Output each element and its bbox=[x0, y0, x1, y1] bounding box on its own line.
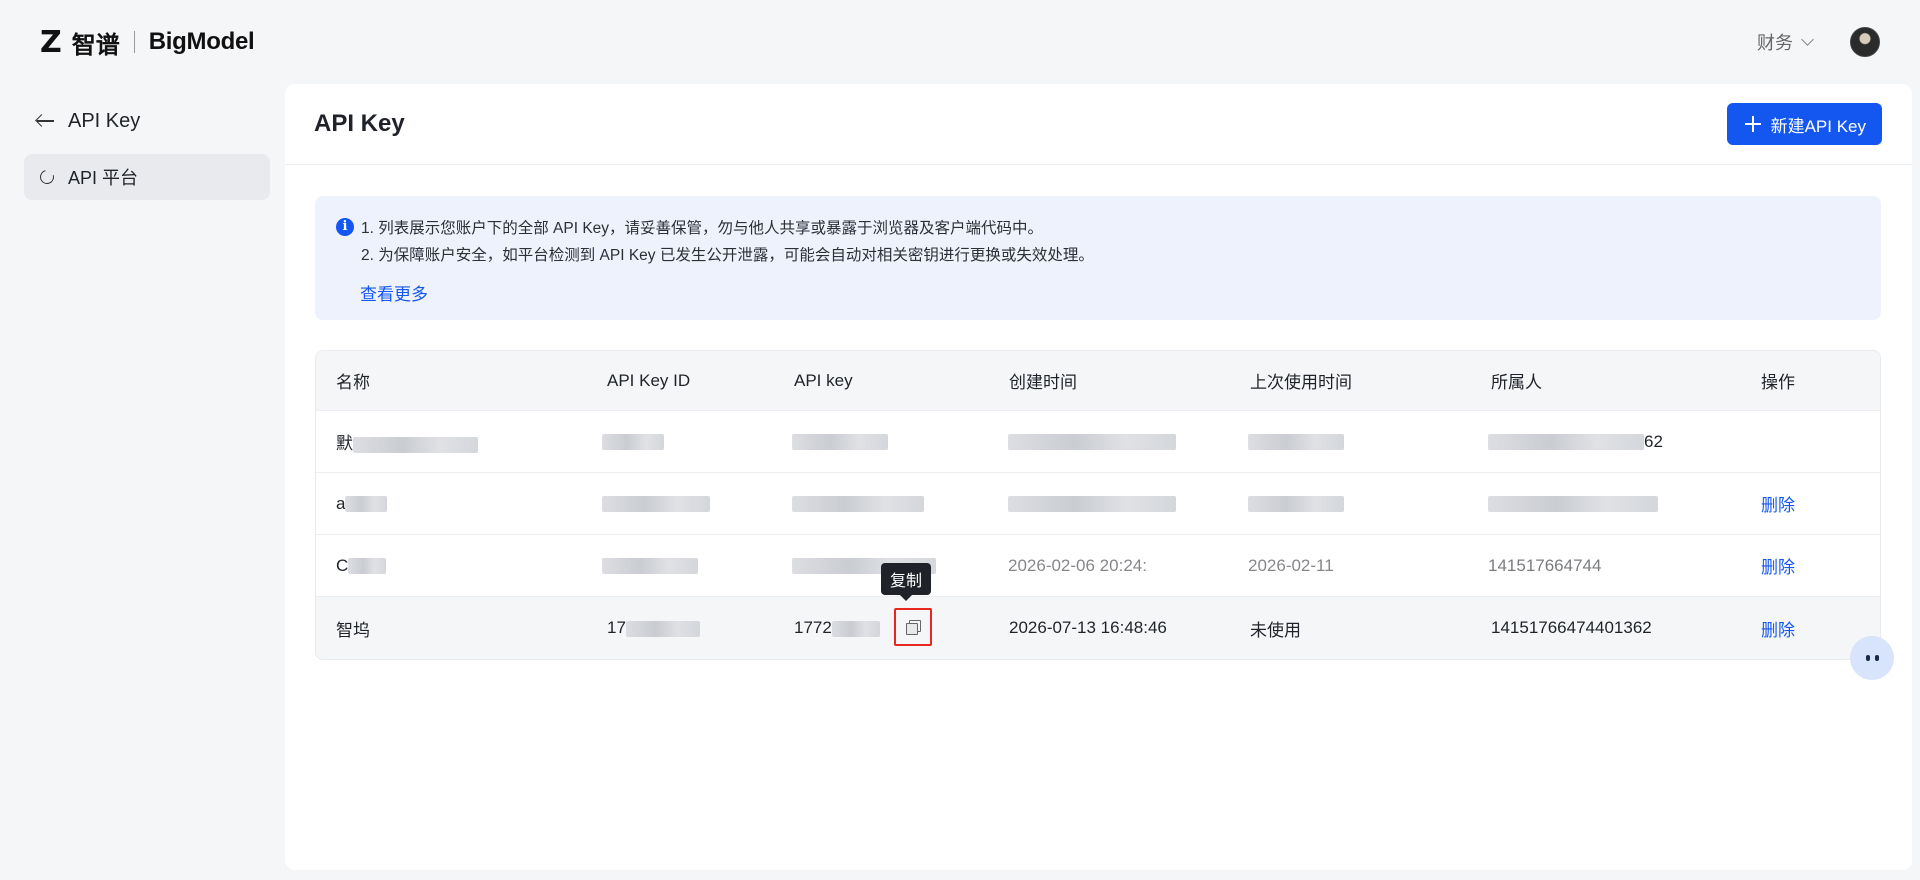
api-key-table: 名称 API Key ID API key 创建时间 上次使用时间 所属人 操作… bbox=[315, 350, 1881, 660]
row-api-key: 1772 bbox=[794, 618, 880, 638]
table-row: a 删除 bbox=[316, 473, 1880, 535]
row-owner bbox=[1488, 494, 1658, 514]
column-header-name: 名称 bbox=[336, 373, 370, 392]
row-name: 默 bbox=[336, 429, 478, 454]
row-key-id bbox=[602, 432, 664, 452]
row-name: C bbox=[336, 556, 387, 576]
redacted-value bbox=[792, 434, 888, 451]
row-created bbox=[1008, 432, 1176, 452]
row-owner: 62 bbox=[1488, 432, 1663, 452]
brand-name-cn: 智谱 bbox=[71, 31, 120, 59]
column-header-key-id: API Key ID bbox=[607, 370, 691, 390]
row-name: 智坞 bbox=[336, 620, 370, 640]
row-owner: 141517664744 bbox=[1488, 555, 1602, 575]
delete-link[interactable]: 删除 bbox=[1761, 616, 1795, 641]
column-header-actions: 操作 bbox=[1761, 373, 1795, 392]
zhipu-logo-icon: Z bbox=[40, 24, 62, 60]
column-header-created: 创建时间 bbox=[1009, 373, 1077, 392]
redacted-value bbox=[602, 558, 698, 575]
bot-eye-icon bbox=[1865, 655, 1870, 661]
delete-link[interactable]: 删除 bbox=[1761, 491, 1795, 516]
redacted-value bbox=[348, 558, 387, 575]
info-notice: i 1. 列表展示您账户下的全部 API Key，请妥善保管，勿与他人共享或暴露… bbox=[315, 196, 1881, 320]
arrow-left-icon bbox=[36, 114, 54, 128]
refresh-icon bbox=[37, 167, 57, 187]
redacted-value bbox=[625, 620, 700, 637]
column-header-api-key: API key bbox=[794, 370, 853, 390]
sidebar-item-api-platform[interactable]: API 平台 bbox=[24, 154, 270, 200]
redacted-value bbox=[1248, 434, 1344, 451]
row-key-id bbox=[602, 494, 710, 514]
plus-icon bbox=[1744, 116, 1761, 132]
redacted-value bbox=[831, 620, 880, 637]
row-name: a bbox=[336, 494, 388, 514]
redacted-value bbox=[1008, 496, 1176, 513]
logo-divider bbox=[133, 31, 135, 53]
redacted-value bbox=[1488, 434, 1644, 451]
redacted-value bbox=[602, 496, 710, 513]
brand-logo[interactable]: Z 智谱 BigModel bbox=[40, 24, 255, 60]
column-header-last-used: 上次使用时间 bbox=[1250, 373, 1352, 392]
assistant-bot-button[interactable] bbox=[1850, 636, 1894, 680]
new-api-key-label: 新建API Key bbox=[1770, 116, 1866, 136]
row-last-used: 未使用 bbox=[1250, 620, 1301, 640]
bot-eye-icon bbox=[1874, 655, 1879, 661]
table-row: 默 62 bbox=[316, 411, 1880, 473]
row-last-used: 2026-02-11 bbox=[1248, 555, 1334, 575]
row-api-key bbox=[792, 494, 924, 514]
row-last-used bbox=[1248, 432, 1344, 452]
redacted-value bbox=[353, 436, 478, 453]
page-title: API Key bbox=[314, 110, 405, 137]
finance-menu-label: 财务 bbox=[1757, 33, 1793, 53]
brand-name-en: BigModel bbox=[148, 28, 255, 55]
row-api-key bbox=[792, 432, 888, 452]
info-icon: i bbox=[336, 218, 354, 236]
delete-link[interactable]: 删除 bbox=[1761, 553, 1795, 578]
copy-icon bbox=[906, 620, 921, 635]
column-header-owner: 所属人 bbox=[1491, 373, 1542, 392]
redacted-value bbox=[792, 496, 924, 513]
redacted-value bbox=[1008, 434, 1176, 451]
new-api-key-button[interactable]: 新建API Key bbox=[1726, 103, 1882, 145]
row-last-used bbox=[1248, 494, 1344, 514]
row-key-id: 17 bbox=[607, 618, 700, 638]
view-more-link[interactable]: 查看更多 bbox=[360, 280, 428, 305]
row-key-id bbox=[602, 556, 698, 576]
notice-line-2: 2. 为保障账户安全，如平台检测到 API Key 已发生公开泄露，可能会自动对… bbox=[361, 247, 1094, 264]
row-owner: 14151766474401362 bbox=[1491, 618, 1652, 637]
copy-button[interactable] bbox=[894, 608, 932, 646]
redacted-value bbox=[602, 434, 664, 451]
chevron-down-icon bbox=[1801, 33, 1814, 46]
finance-menu[interactable]: 财务 bbox=[1757, 29, 1814, 55]
row-created bbox=[1008, 494, 1176, 514]
top-bar: Z 智谱 BigModel 财务 bbox=[0, 0, 1920, 84]
back-label: API Key bbox=[68, 109, 141, 132]
redacted-value bbox=[1248, 496, 1344, 513]
table-row: 智坞 17 1772 2026-07-13 16:48:46 未使用 14151… bbox=[316, 597, 1880, 659]
notice-line-1: 1. 列表展示您账户下的全部 API Key，请妥善保管，勿与他人共享或暴露于浏… bbox=[361, 220, 1044, 237]
copy-tooltip: 复制 bbox=[881, 563, 932, 601]
sidebar-item-label: API 平台 bbox=[68, 168, 139, 188]
redacted-value bbox=[345, 496, 388, 513]
table-row: C 2026-02-06 20:24: 2026-02-11 141517664… bbox=[316, 535, 1880, 597]
table-header: 名称 API Key ID API key 创建时间 上次使用时间 所属人 操作 bbox=[316, 351, 1880, 411]
redacted-value bbox=[1488, 496, 1658, 513]
back-to-api-key[interactable]: API Key bbox=[24, 100, 270, 142]
row-created: 2026-02-06 20:24: bbox=[1008, 555, 1147, 575]
main-header: API Key 新建API Key bbox=[285, 84, 1912, 165]
row-created: 2026-07-13 16:48:46 bbox=[1009, 618, 1167, 637]
sidebar: API Key API 平台 bbox=[24, 100, 270, 200]
main-panel: API Key 新建API Key i 1. 列表展示您账户下的全部 API K… bbox=[285, 84, 1912, 870]
user-avatar[interactable] bbox=[1850, 27, 1880, 57]
